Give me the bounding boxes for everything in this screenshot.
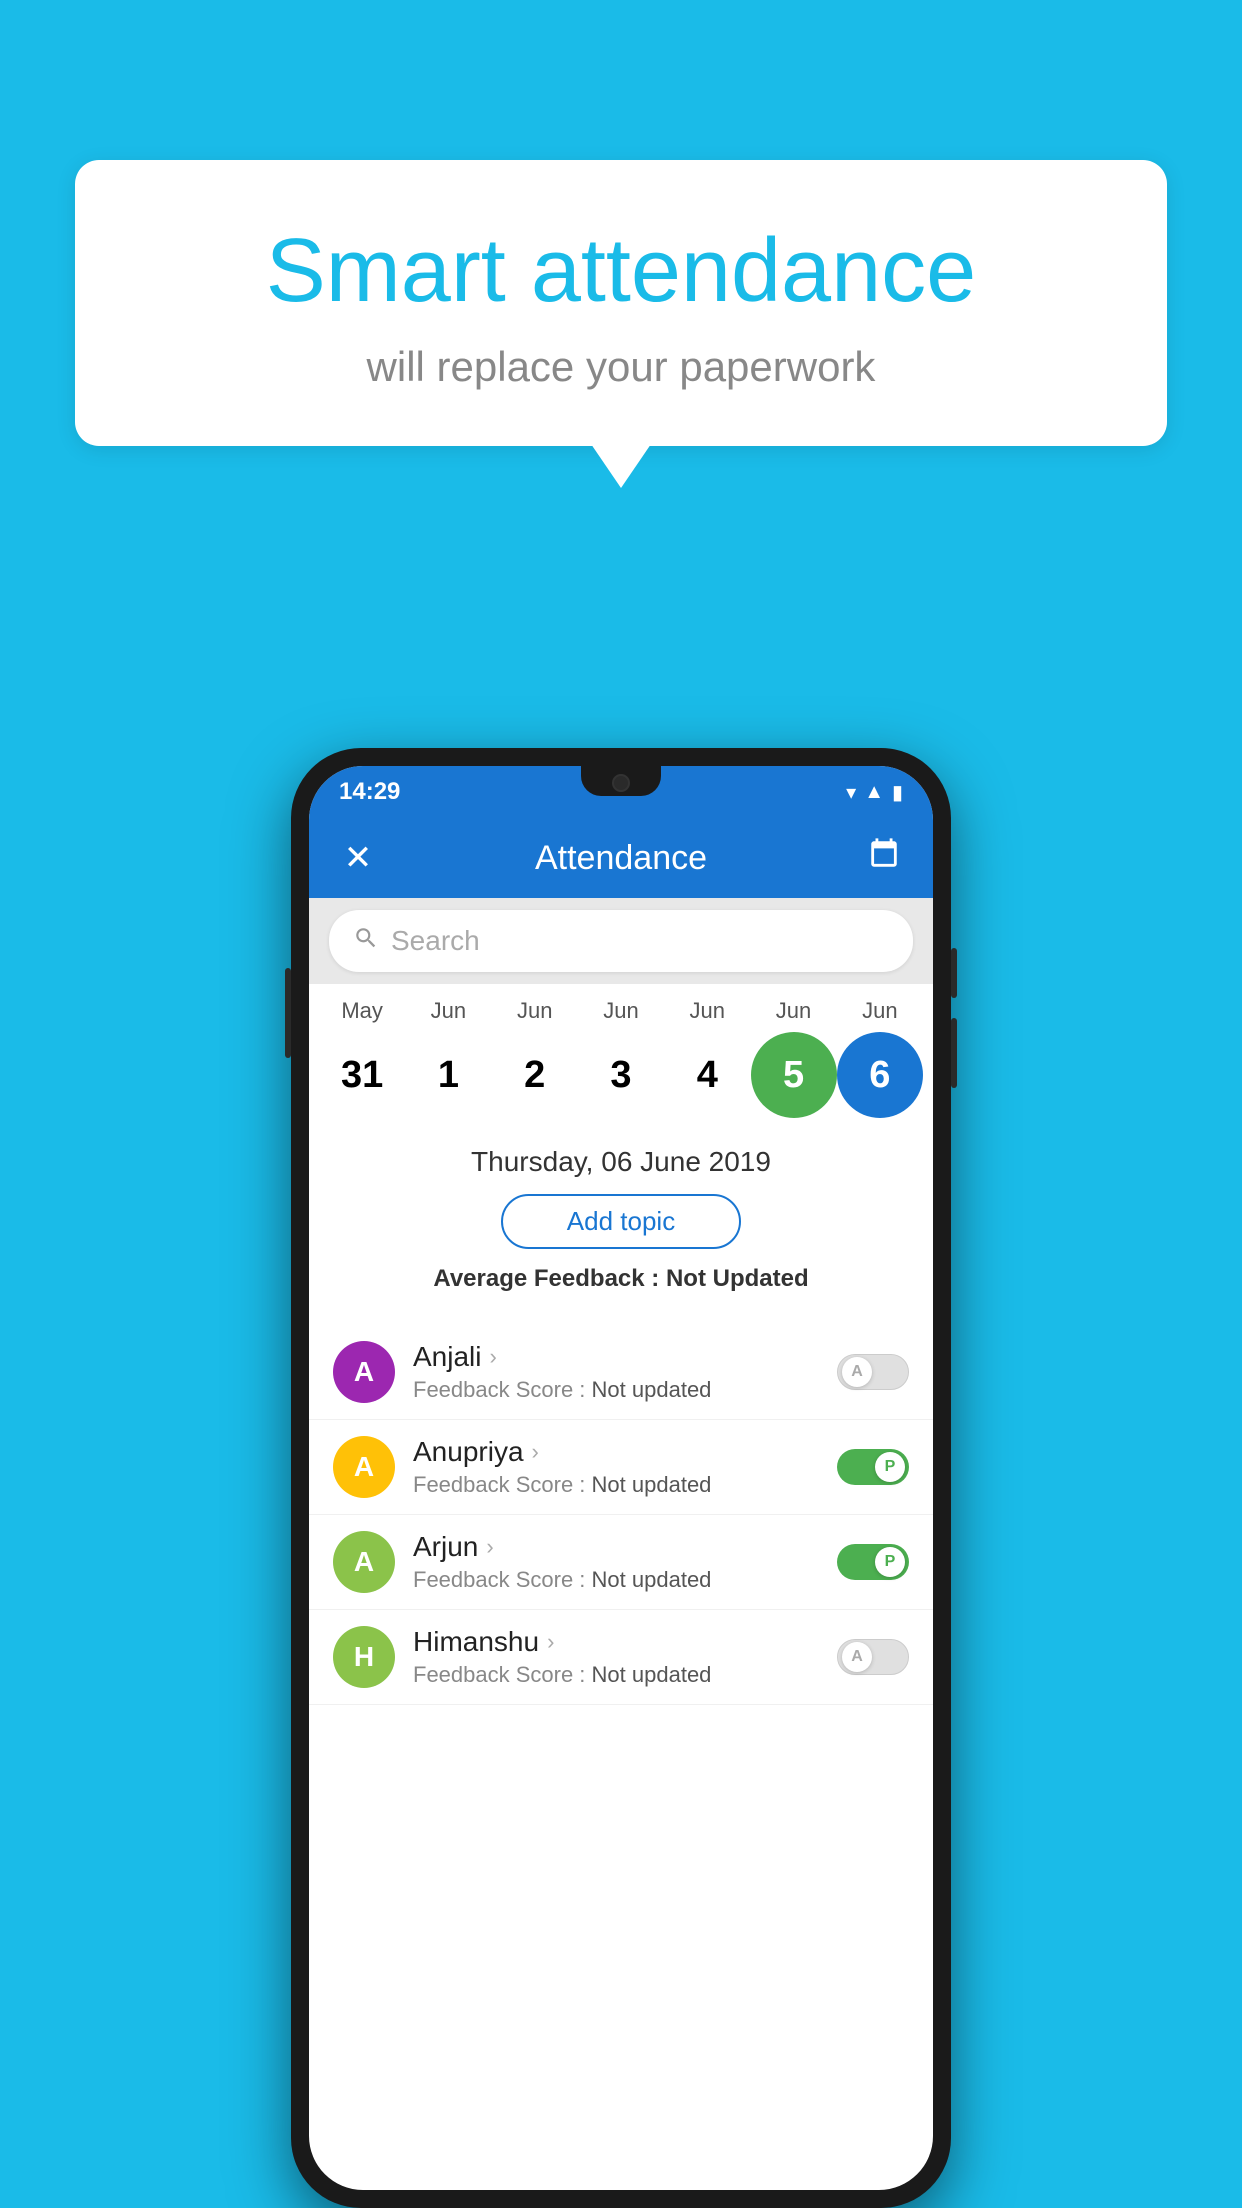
student-feedback: Feedback Score : Not updated [413,1567,819,1593]
search-placeholder: Search [391,925,480,957]
front-camera [612,774,630,792]
student-feedback: Feedback Score : Not updated [413,1377,819,1403]
student-list: A Anjali › Feedback Score : Not updated … [309,1325,933,1705]
app-bar-title: Attendance [383,839,859,878]
student-item: A Arjun › Feedback Score : Not updated P [309,1515,933,1610]
student-item: A Anupriya › Feedback Score : Not update… [309,1420,933,1515]
calendar-strip: May Jun Jun Jun Jun Jun Jun 31 1 2 3 4 5… [309,984,933,1126]
attendance-toggle[interactable]: A [837,1639,909,1675]
search-bar[interactable]: Search [329,910,913,972]
student-avatar: A [333,1436,395,1498]
phone-frame: 14:29 ▾ ▲ ▮ ✕ Attendance [291,748,951,2208]
student-avatar: H [333,1626,395,1688]
student-feedback: Feedback Score : Not updated [413,1472,819,1498]
month-4: Jun [664,998,750,1024]
student-avatar: A [333,1531,395,1593]
signal-icon: ▲ [864,781,884,804]
calendar-days: 31 1 2 3 4 5 6 [319,1032,923,1118]
toggle-knob: A [842,1642,872,1672]
volume-up-button [951,948,957,998]
app-bar: ✕ Attendance [309,818,933,898]
student-name[interactable]: Arjun › [413,1531,819,1563]
speech-bubble: Smart attendance will replace your paper… [75,160,1167,446]
student-name[interactable]: Anjali › [413,1341,819,1373]
attendance-toggle[interactable]: A [837,1354,909,1390]
phone-notch [581,766,661,796]
search-bar-container: Search [309,898,933,984]
toggle-knob: P [875,1452,905,1482]
feedback-value: Not updated [592,1662,712,1687]
chevron-icon: › [547,1629,554,1655]
student-feedback: Feedback Score : Not updated [413,1662,819,1688]
speech-bubble-title: Smart attendance [155,220,1087,323]
chevron-icon: › [532,1439,539,1465]
chevron-icon: › [486,1534,493,1560]
feedback-value: Not updated [592,1472,712,1497]
calendar-day-2[interactable]: 2 [492,1032,578,1118]
calendar-day-31[interactable]: 31 [319,1032,405,1118]
student-name[interactable]: Anupriya › [413,1436,819,1468]
month-3: Jun [578,998,664,1024]
speech-bubble-container: Smart attendance will replace your paper… [75,160,1167,446]
month-2: Jun [492,998,578,1024]
month-0: May [319,998,405,1024]
student-item: H Himanshu › Feedback Score : Not update… [309,1610,933,1705]
search-icon [353,925,379,958]
close-button[interactable]: ✕ [333,838,383,878]
status-icons: ▾ ▲ ▮ [846,780,903,805]
phone-screen: 14:29 ▾ ▲ ▮ ✕ Attendance [309,766,933,2190]
student-info: Arjun › Feedback Score : Not updated [413,1531,819,1593]
student-item: A Anjali › Feedback Score : Not updated … [309,1325,933,1420]
add-topic-button[interactable]: Add topic [501,1194,741,1249]
attendance-toggle[interactable]: P [837,1449,909,1485]
calendar-day-1[interactable]: 1 [405,1032,491,1118]
student-name[interactable]: Himanshu › [413,1626,819,1658]
selected-date: Thursday, 06 June 2019 [333,1146,909,1178]
feedback-value: Not updated [592,1567,712,1592]
calendar-day-4[interactable]: 4 [664,1032,750,1118]
toggle-knob: A [842,1357,872,1387]
wifi-icon: ▾ [846,780,856,805]
toggle-knob: P [875,1547,905,1577]
month-6: Jun [837,998,923,1024]
student-info: Anjali › Feedback Score : Not updated [413,1341,819,1403]
speech-bubble-subtitle: will replace your paperwork [155,343,1087,391]
volume-down-button [951,1018,957,1088]
avg-feedback: Average Feedback : Not Updated [333,1265,909,1293]
calendar-day-3[interactable]: 3 [578,1032,664,1118]
phone-outer: 14:29 ▾ ▲ ▮ ✕ Attendance [291,748,951,2208]
attendance-toggle[interactable]: P [837,1544,909,1580]
student-avatar: A [333,1341,395,1403]
month-5: Jun [751,998,837,1024]
battery-icon: ▮ [892,780,903,805]
calendar-icon[interactable] [859,837,909,880]
calendar-day-6[interactable]: 6 [837,1032,923,1118]
month-1: Jun [405,998,491,1024]
status-time: 14:29 [339,778,400,806]
power-button [285,968,291,1058]
avg-feedback-label: Average Feedback : [433,1265,659,1292]
calendar-months: May Jun Jun Jun Jun Jun Jun [319,998,923,1024]
avg-feedback-value: Not Updated [666,1265,809,1292]
content-area: Thursday, 06 June 2019 Add topic Average… [309,1126,933,1325]
student-info: Himanshu › Feedback Score : Not updated [413,1626,819,1688]
student-info: Anupriya › Feedback Score : Not updated [413,1436,819,1498]
feedback-value: Not updated [592,1377,712,1402]
calendar-day-5[interactable]: 5 [751,1032,837,1118]
chevron-icon: › [489,1344,496,1370]
